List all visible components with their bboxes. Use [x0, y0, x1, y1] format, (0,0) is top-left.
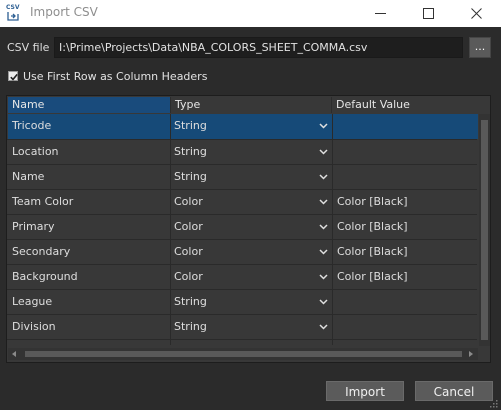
type-value: String [174, 320, 207, 333]
type-value: Color [174, 195, 203, 208]
default-value-cell[interactable]: Color [Black] [333, 265, 478, 289]
horizontal-scroll-thumb[interactable] [25, 351, 462, 357]
maximize-icon [423, 8, 434, 19]
table-row[interactable]: Name String [8, 165, 478, 190]
window-title: Import CSV [30, 5, 98, 19]
chevron-down-icon [319, 224, 328, 230]
column-header-type[interactable]: Type [171, 97, 331, 113]
scroll-right-icon[interactable] [468, 351, 473, 357]
horizontal-scrollbar[interactable] [8, 348, 478, 360]
svg-text:CSV: CSV [6, 4, 20, 11]
table-row[interactable]: Secondary Color Color [Black] [8, 240, 478, 265]
chevron-down-icon [319, 149, 328, 155]
type-dropdown[interactable]: Color [170, 240, 332, 264]
csv-import-icon: CSV [6, 4, 20, 21]
type-dropdown[interactable]: Color [170, 215, 332, 239]
type-value: Color [174, 270, 203, 283]
type-dropdown[interactable]: String [170, 114, 332, 138]
title-bar[interactable]: CSV Import CSV [0, 0, 501, 27]
default-value-cell[interactable]: Color [Black] [333, 240, 478, 264]
default-value-cell[interactable] [333, 290, 478, 314]
default-value-cell[interactable] [333, 315, 478, 339]
close-icon [471, 8, 482, 19]
chevron-down-icon [319, 249, 328, 255]
row-name-cell: Location [12, 145, 59, 158]
type-dropdown[interactable]: String [170, 140, 332, 164]
chevron-down-icon [319, 324, 328, 330]
cancel-button[interactable]: Cancel [415, 381, 493, 401]
checkmark-icon [10, 73, 18, 81]
csv-path-input[interactable]: I:\Prime\Projects\Data\NBA_COLORS_SHEET_… [54, 37, 463, 58]
default-value-cell[interactable] [333, 140, 478, 164]
column-header-default-value[interactable]: Default Value [332, 97, 478, 113]
csv-file-label: CSV file [7, 41, 50, 54]
scroll-left-icon[interactable] [12, 351, 17, 357]
table-row[interactable]: Location String [8, 140, 478, 165]
chevron-down-icon [319, 123, 328, 129]
type-value: String [174, 119, 207, 132]
close-button[interactable] [453, 0, 501, 27]
type-dropdown[interactable]: Color [170, 265, 332, 289]
column-header-name[interactable]: Name [8, 97, 170, 113]
chevron-down-icon [319, 199, 328, 205]
default-value-cell[interactable] [333, 114, 478, 138]
use-headers-checkbox[interactable] [8, 71, 18, 81]
type-dropdown[interactable]: Color [170, 190, 332, 214]
minimize-icon [375, 13, 386, 14]
chevron-down-icon [319, 299, 328, 305]
browse-button[interactable]: ... [469, 37, 491, 58]
row-name-cell: Tricode [12, 119, 52, 132]
default-value-cell[interactable] [333, 165, 478, 189]
chevron-down-icon [319, 274, 328, 280]
type-value: Color [174, 245, 203, 258]
type-value: String [174, 170, 207, 183]
type-value: String [174, 145, 207, 158]
row-name-cell: Background [12, 270, 78, 283]
table-row[interactable]: Division String [8, 315, 478, 340]
resize-grip-icon[interactable] [490, 399, 499, 408]
maximize-button[interactable] [405, 0, 453, 27]
table-row[interactable]: Team Color Color Color [Black] [8, 190, 478, 215]
table-row[interactable]: Background Color Color [Black] [8, 265, 478, 290]
chevron-down-icon [319, 174, 328, 180]
columns-table: Name Type Default Value Tricode String L… [6, 95, 491, 363]
type-value: String [174, 295, 207, 308]
import-button[interactable]: Import [326, 381, 404, 401]
row-name-cell: Secondary [12, 245, 71, 258]
type-dropdown[interactable]: String [170, 315, 332, 339]
minimize-button[interactable] [357, 0, 405, 27]
row-name-cell: Team Color [12, 195, 74, 208]
table-row[interactable]: League String [8, 290, 478, 315]
row-name-cell: Division [12, 320, 56, 333]
default-value-cell[interactable]: Color [Black] [333, 190, 478, 214]
type-value: Color [174, 220, 203, 233]
default-value-cell[interactable]: Color [Black] [333, 215, 478, 239]
row-name-cell: League [12, 295, 53, 308]
row-name-cell: Primary [12, 220, 55, 233]
type-dropdown[interactable]: String [170, 290, 332, 314]
table-row[interactable]: Primary Color Color [Black] [8, 215, 478, 240]
vertical-scroll-thumb[interactable] [481, 120, 488, 340]
table-row[interactable]: Tricode String [8, 114, 478, 139]
vertical-scrollbar[interactable] [479, 114, 490, 346]
use-headers-label[interactable]: Use First Row as Column Headers [23, 70, 207, 83]
row-name-cell: Name [12, 170, 45, 183]
type-dropdown[interactable]: String [170, 165, 332, 189]
